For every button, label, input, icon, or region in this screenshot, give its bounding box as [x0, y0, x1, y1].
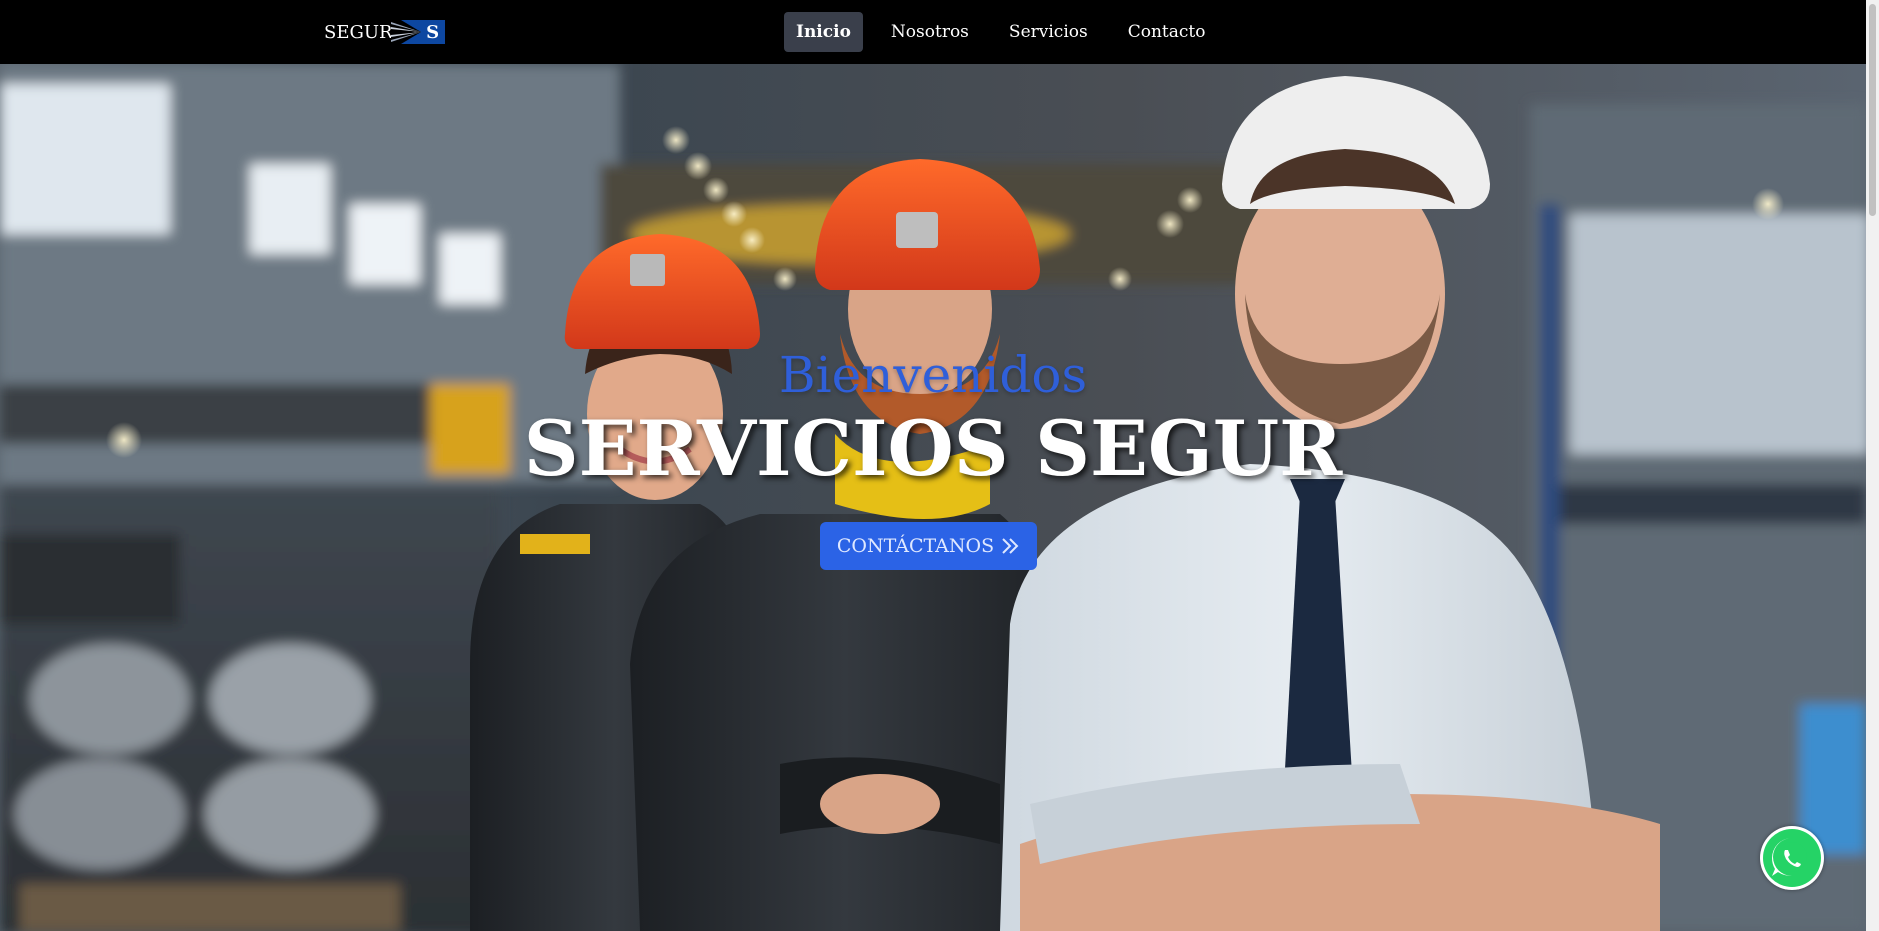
hero-section: Bienvenidos SERVICIOS SEGUR CONTÁCTANOS: [0, 64, 1866, 931]
nav-item-contacto[interactable]: Contacto: [1116, 12, 1218, 52]
nav-item-servicios[interactable]: Servicios: [997, 12, 1100, 52]
whatsapp-icon: [1763, 829, 1821, 887]
hero-title: SERVICIOS SEGUR: [523, 404, 1343, 493]
page-scrollbar[interactable]: [1866, 0, 1879, 931]
nav-item-inicio[interactable]: Inicio: [784, 12, 863, 52]
navbar: SEGUR S Inicio Nosotros Servicios Contac…: [0, 0, 1879, 64]
cta-label: CONTÁCTANOS: [836, 535, 995, 557]
whatsapp-button[interactable]: [1760, 826, 1824, 890]
brand-logo[interactable]: SEGUR S: [324, 18, 445, 46]
brand-mark-letter: S: [420, 20, 445, 44]
contact-cta-button[interactable]: CONTÁCTANOS: [820, 522, 1037, 570]
brand-mark-icon: S: [390, 20, 445, 44]
brand-stripes-icon: [390, 20, 421, 44]
scrollbar-thumb[interactable]: [1869, 4, 1876, 216]
hero-content: Bienvenidos SERVICIOS SEGUR CONTÁCTANOS: [0, 64, 1866, 931]
hero-kicker: Bienvenidos: [778, 346, 1088, 404]
brand-text: SEGUR: [324, 21, 393, 43]
nav-item-nosotros[interactable]: Nosotros: [879, 12, 981, 52]
double-chevron-right-icon: [1002, 538, 1019, 554]
main-nav: Inicio Nosotros Servicios Contacto: [784, 12, 1233, 52]
